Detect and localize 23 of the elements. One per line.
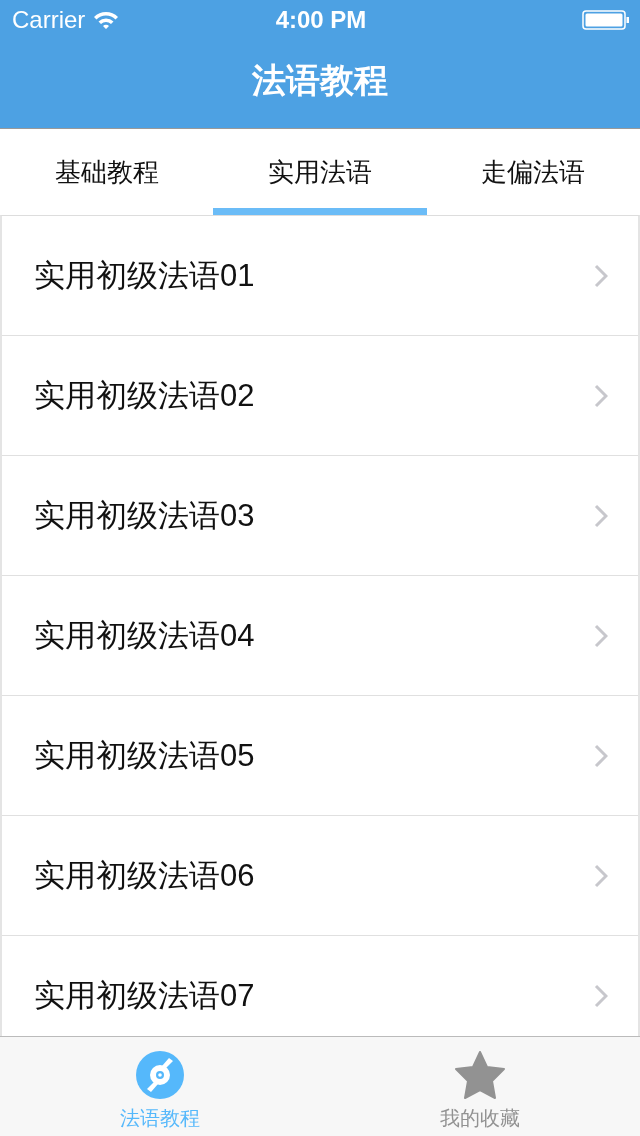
list-item[interactable]: 实用初级法语03 <box>2 456 638 576</box>
chevron-icon <box>594 383 608 408</box>
chevron-icon <box>594 743 608 768</box>
carrier-name: Carrier <box>12 6 86 34</box>
disc-icon <box>136 1051 184 1099</box>
list-item[interactable]: 实用初级法语01 <box>2 216 638 336</box>
chevron-icon <box>594 503 608 528</box>
list-item[interactable]: 实用初级法语05 <box>2 696 638 816</box>
tab[interactable]: 基础教程 <box>0 129 214 215</box>
tab[interactable]: 实用法语 <box>213 129 427 215</box>
wifi-icon <box>93 10 120 30</box>
star-icon <box>455 1051 505 1099</box>
nav-title: 法语教程 <box>252 60 388 101</box>
chevron-icon <box>594 983 608 1008</box>
chevron-icon <box>594 623 608 648</box>
list-item[interactable]: 实用初级法语06 <box>2 816 638 936</box>
chevron-icon <box>594 263 608 288</box>
list-item[interactable]: 实用初级法语02 <box>2 336 638 456</box>
battery-icon <box>582 10 630 30</box>
chevron-icon <box>594 863 608 888</box>
tab[interactable]: 走偏法语 <box>426 129 640 215</box>
list-item[interactable]: 实用初级法语04 <box>2 576 638 696</box>
status-time: 4:00 PM <box>275 6 367 34</box>
